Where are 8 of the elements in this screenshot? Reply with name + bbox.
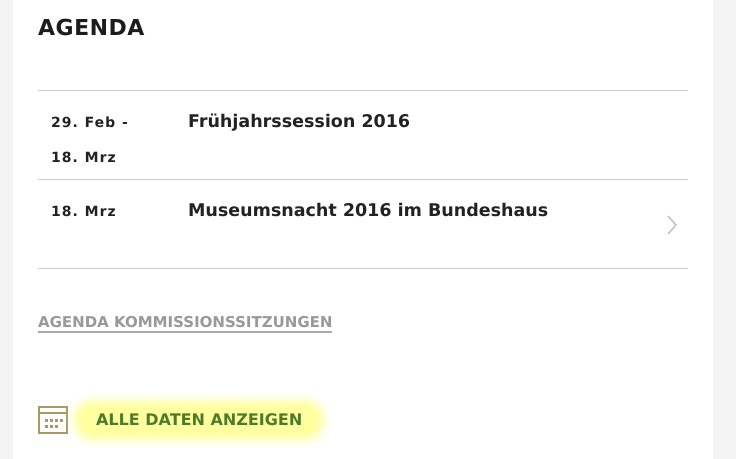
- agenda-heading: AGENDA: [38, 16, 146, 42]
- event-title[interactable]: Frühjahrssession 2016: [188, 91, 410, 180]
- show-all-dates-button[interactable]: ALLE DATEN ANZEIGEN: [80, 406, 318, 434]
- event-title[interactable]: Museumsnacht 2016 im Bundeshaus: [188, 180, 548, 268]
- calendar-icon: [38, 406, 68, 434]
- event-date: 18. Mrz: [51, 203, 118, 222]
- event-date: 29. Feb - 18. Mrz: [51, 114, 130, 168]
- chevron-right-icon[interactable]: [666, 215, 678, 236]
